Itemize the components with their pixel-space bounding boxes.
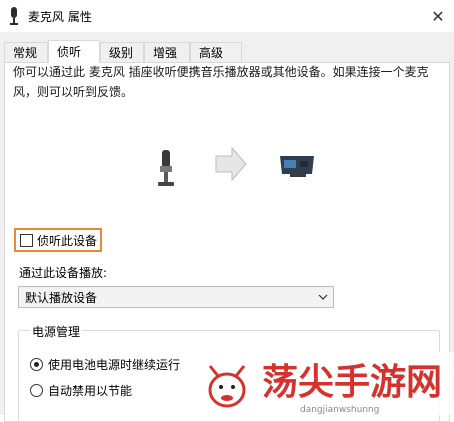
window-title: 麦克风 属性: [28, 10, 92, 24]
title-bar: 麦克风 属性 ✕: [0, 0, 454, 33]
radio-keep-running-label: 使用电池电源时继续运行: [48, 358, 181, 372]
microphone-icon: [10, 7, 18, 25]
checkbox-box[interactable]: [20, 233, 33, 247]
tab-general[interactable]: 常规: [4, 42, 48, 62]
watermark-logo: 荡尖手游网 dangjianwshunng: [204, 352, 454, 415]
chevron-down-icon: [318, 294, 328, 300]
power-management-title: 电源管理: [30, 323, 83, 340]
playback-device-value: 默认播放设备: [25, 290, 98, 305]
mic-device-icon: [158, 150, 174, 186]
radio-auto-disable[interactable]: 自动禁用以节能: [30, 382, 132, 399]
watermark-text: 荡尖手游网: [262, 362, 442, 403]
speaker-device-icon: [280, 156, 314, 177]
close-button[interactable]: ✕: [426, 4, 450, 28]
tab-advanced[interactable]: 高级: [190, 42, 242, 62]
radio-auto-disable-label: 自动禁用以节能: [48, 384, 133, 398]
listen-description: 你可以通过此 麦克风 插座收听便携音乐播放器或其他设备。如果连接一个麦克风，则可…: [13, 65, 429, 99]
radio-keep-running[interactable]: 使用电池电源时继续运行: [30, 356, 180, 373]
listen-device-label: 侦听此设备: [37, 233, 98, 248]
close-icon: ✕: [431, 6, 445, 26]
playback-device-select[interactable]: 默认播放设备: [18, 286, 334, 308]
tab-levels[interactable]: 级别: [100, 42, 144, 62]
radio-button-selected[interactable]: [30, 358, 43, 371]
radio-button[interactable]: [30, 384, 43, 397]
listen-device-checkbox[interactable]: 侦听此设备: [14, 228, 102, 252]
tab-listen[interactable]: 侦听: [48, 40, 100, 63]
tab-enhancements[interactable]: 增强: [144, 42, 190, 62]
watermark-subtext: dangjianwshunng: [300, 405, 379, 415]
listen-illustration: [158, 146, 314, 186]
playback-label: 通过此设备播放:: [19, 266, 108, 280]
arrow-right-icon: [215, 146, 247, 182]
